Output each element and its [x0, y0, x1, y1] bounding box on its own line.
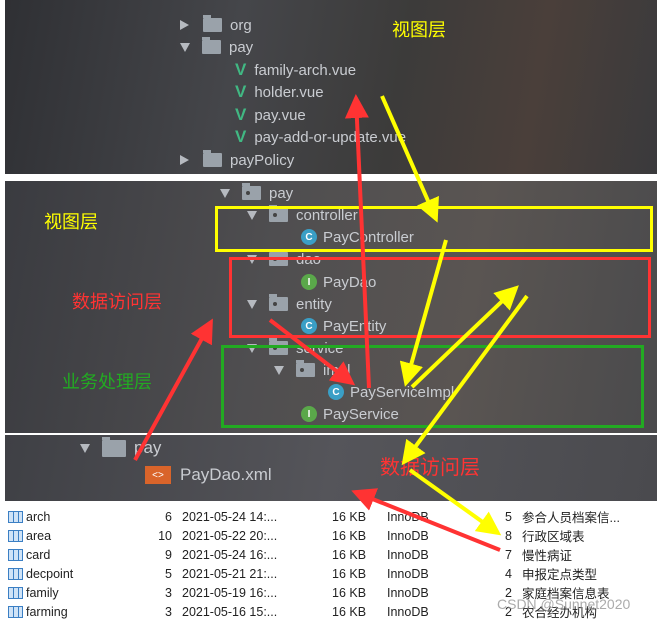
red-arrow [133, 318, 213, 461]
arrow-overlay [133, 94, 529, 552]
watermark: CSDN @Sunnet2020 [497, 596, 631, 612]
red-arrow [268, 318, 356, 386]
yellow-arrow [408, 468, 502, 536]
yellow-arrow [380, 95, 439, 223]
red-arrow [344, 94, 371, 389]
